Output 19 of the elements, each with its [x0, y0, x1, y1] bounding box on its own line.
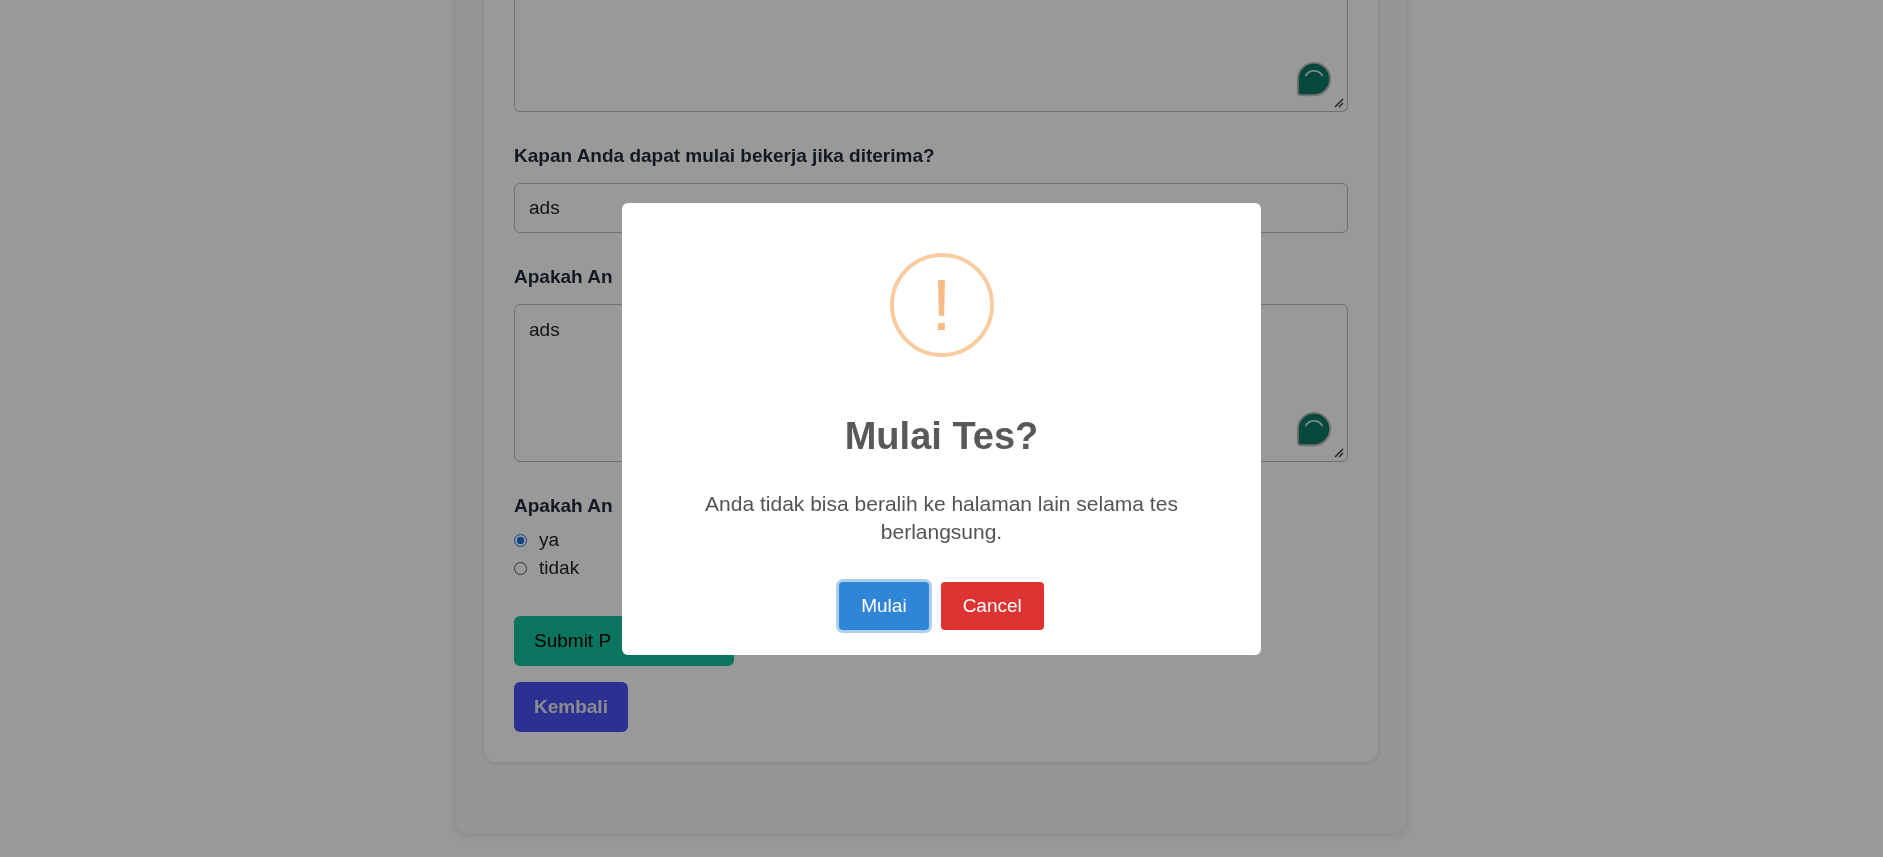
dialog-message: Anda tidak bisa beralih ke halaman lain selama tes berlangsung. — [704, 490, 1179, 545]
question-label: Kapan Anda dapat mulai bekerja jika diterima? — [514, 145, 935, 167]
chat-bubble-icon[interactable] — [1295, 411, 1333, 449]
radio-button[interactable] — [514, 561, 527, 575]
question-label: Apakah An — [514, 495, 613, 517]
resize-grip-icon[interactable] — [1334, 448, 1344, 458]
field-value: ads — [529, 197, 560, 219]
resize-grip-icon[interactable] — [1334, 98, 1344, 108]
field-value: ads — [529, 319, 560, 340]
radio-label: ya — [539, 529, 560, 551]
warning-icon: ! — [889, 252, 994, 357]
radio-label: tidak — [539, 557, 580, 579]
chat-bubble-icon[interactable] — [1295, 61, 1333, 99]
question-label: Apakah An — [514, 266, 613, 288]
dialog-title: Mulai Tes? — [844, 414, 1039, 458]
dialog-button[interactable]: Mulai — [839, 581, 929, 630]
form-button[interactable]: Kembali — [514, 682, 628, 732]
dialog-button[interactable]: Cancel — [940, 581, 1044, 630]
radio-button[interactable] — [514, 533, 527, 547]
